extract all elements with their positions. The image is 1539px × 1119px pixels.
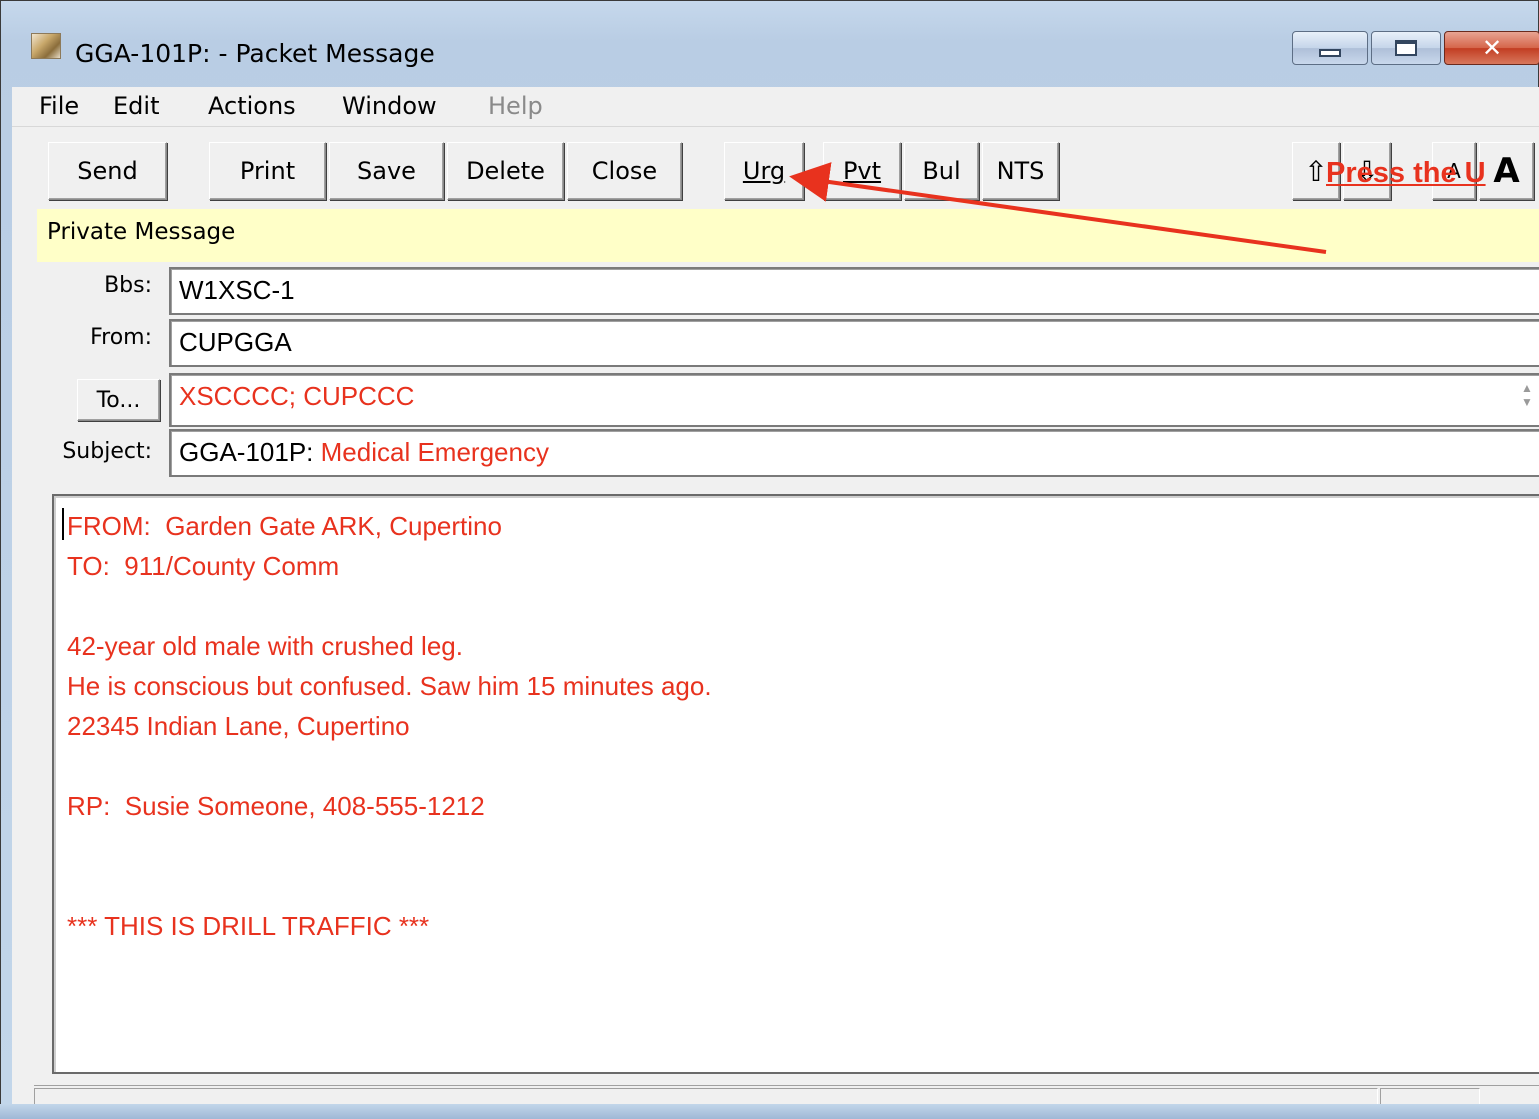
menu-actions[interactable]: Actions <box>208 92 296 120</box>
body-line: 42-year old male with crushed leg. <box>67 631 463 661</box>
body-line <box>67 826 712 866</box>
to-value: XSCCCC; CUPCCC <box>179 381 415 411</box>
maximize-icon <box>1395 40 1417 56</box>
body-line: RP: Susie Someone, 408-555-1212 <box>67 791 485 821</box>
menu-edit[interactable]: Edit <box>113 92 159 120</box>
menu-file[interactable]: File <box>39 92 79 120</box>
save-button[interactable]: Save <box>329 142 444 200</box>
body-line <box>67 866 712 906</box>
delete-button[interactable]: Delete <box>447 142 564 200</box>
from-label: From: <box>90 325 152 350</box>
app-icon <box>31 33 61 59</box>
text-caret <box>62 508 64 540</box>
message-body-text: FROM: Garden Gate ARK, Cupertino TO: 911/… <box>67 506 712 946</box>
message-body[interactable]: FROM: Garden Gate ARK, Cupertino TO: 911/… <box>52 494 1539 1074</box>
nts-button[interactable]: NTS <box>982 142 1059 200</box>
body-line <box>67 746 712 786</box>
window-title: GGA-101P: - Packet Message <box>75 39 435 68</box>
from-field[interactable]: CUPGGA <box>169 319 1539 367</box>
minimize-button[interactable] <box>1292 31 1368 65</box>
message-type-label: Private Message <box>47 219 236 245</box>
to-button[interactable]: To... <box>77 379 160 421</box>
urgent-button[interactable]: Urg <box>724 142 804 200</box>
menu-help[interactable]: Help <box>488 92 543 120</box>
subject-prefix: GGA-101P: <box>179 437 314 467</box>
subject-label: Subject: <box>62 439 152 464</box>
instruction-callout: Press the U <box>1326 157 1486 189</box>
message-type-banner: Private Message <box>37 209 1539 262</box>
maximize-button[interactable] <box>1371 31 1441 65</box>
body-line: TO: 911/County Comm <box>67 551 340 581</box>
print-button[interactable]: Print <box>209 142 326 200</box>
close-window-button[interactable]: ✕ <box>1444 31 1539 65</box>
private-label: Pvt <box>842 157 882 185</box>
client-area: File Edit Actions Window Help Send Print… <box>12 87 1539 1119</box>
bbs-field[interactable]: W1XSC-1 <box>169 267 1539 315</box>
minimize-icon <box>1319 49 1341 57</box>
send-button[interactable]: Send <box>48 142 167 200</box>
body-line: *** THIS IS DRILL TRAFFIC *** <box>67 911 430 941</box>
to-field[interactable]: XSCCCC; CUPCCC ▲ ▼ <box>169 373 1539 427</box>
urgent-label: Urg <box>742 157 786 185</box>
body-line: 22345 Indian Lane, Cupertino <box>67 711 410 741</box>
menu-window[interactable]: Window <box>342 92 437 120</box>
body-line: FROM: Garden Gate ARK, Cupertino <box>67 511 502 541</box>
menu-bar: File Edit Actions Window Help <box>12 87 1539 127</box>
font-larger-button[interactable]: A <box>1479 142 1534 200</box>
private-button[interactable]: Pvt <box>823 142 901 200</box>
to-scroll-arrows[interactable]: ▲ ▼ <box>1518 381 1536 413</box>
bulletin-button[interactable]: Bul <box>904 142 979 200</box>
toolbar: Send Print Save Delete Close Urg Pvt Bul… <box>12 127 1539 211</box>
arrow-up-icon: ⇧ <box>1304 154 1328 188</box>
body-line: He is conscious but confused. Saw him 15… <box>67 671 712 701</box>
bbs-label: Bbs: <box>104 273 152 298</box>
close-button[interactable]: Close <box>567 142 682 200</box>
body-line <box>67 586 712 626</box>
app-window: GGA-101P: - Packet Message ✕ File Edit A… <box>0 0 1539 1119</box>
close-icon: ✕ <box>1481 34 1503 62</box>
subject-field[interactable]: GGA-101P: Medical Emergency <box>169 429 1539 477</box>
subject-text: Medical Emergency <box>313 437 549 467</box>
window-bottom-border <box>0 1104 1539 1119</box>
